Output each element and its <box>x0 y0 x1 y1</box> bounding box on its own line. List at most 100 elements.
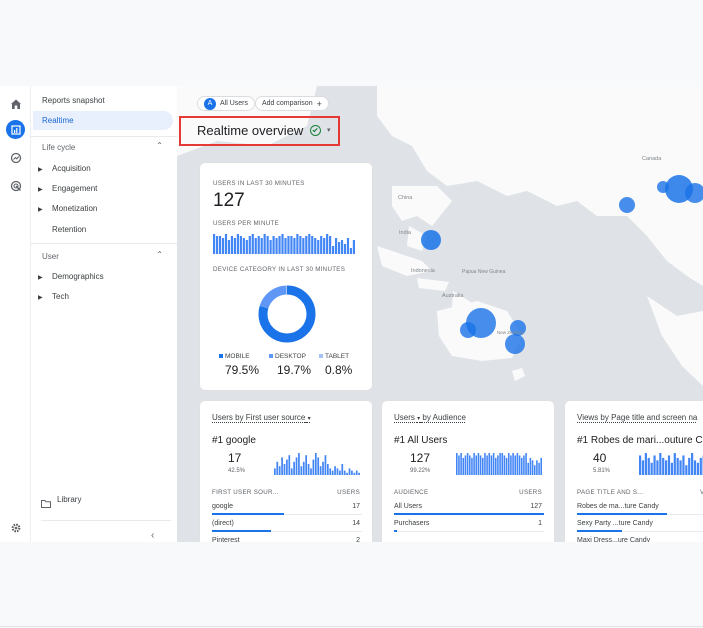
table-row-value: 17 <box>352 503 360 510</box>
bar <box>468 455 471 475</box>
table-row-label[interactable]: Maxi Dress...ure Candy <box>577 537 650 542</box>
table-row-value: 1 <box>538 520 542 527</box>
sidebar-item-monetization[interactable]: Monetization <box>52 204 97 213</box>
bar <box>512 453 514 475</box>
bar <box>682 455 685 475</box>
bar <box>331 470 334 475</box>
bar <box>290 468 293 475</box>
bar <box>667 455 671 475</box>
bar <box>507 453 510 475</box>
sidebar-item-engagement[interactable]: Engagement <box>52 184 97 193</box>
table-row-label[interactable]: Purchasers <box>394 520 429 527</box>
legend-mobile: MOBILE <box>219 353 250 360</box>
bar <box>531 460 534 475</box>
bar <box>353 472 356 475</box>
sidebar-item-realtime-label: Realtime <box>42 116 74 125</box>
row-bar <box>577 530 622 532</box>
map-label-indonesia: Indonesia <box>411 268 436 274</box>
expand-arrow-icon[interactable]: ▶ <box>38 274 43 281</box>
chevron-up-icon[interactable]: ⌃ <box>156 141 163 150</box>
bar <box>319 466 322 475</box>
bar <box>462 457 465 475</box>
table-row-label[interactable]: google <box>212 503 233 510</box>
bar <box>471 457 473 475</box>
card-title[interactable]: Views by Page title and screen na <box>577 413 697 422</box>
bar <box>302 461 305 475</box>
bar <box>257 236 260 254</box>
sidebar-item-demographics[interactable]: Demographics <box>52 272 104 281</box>
audience-avatar: A <box>204 97 216 110</box>
bar <box>336 468 339 475</box>
sidebar-section-user[interactable]: User <box>42 252 59 261</box>
chevron-up-icon[interactable]: ⌃ <box>156 250 163 259</box>
map-label-papua: Papua New Guinea <box>462 269 506 275</box>
sparkline-chart <box>456 453 542 475</box>
table-row-label[interactable]: (direct) <box>212 520 234 527</box>
bar <box>299 236 302 254</box>
bar <box>691 453 694 475</box>
bar <box>213 234 216 254</box>
top-item: #1 google <box>212 435 256 446</box>
sidebar-item-realtime[interactable]: Realtime <box>33 111 173 130</box>
expand-arrow-icon[interactable]: ▶ <box>38 166 43 173</box>
bar <box>523 455 525 475</box>
add-comparison-button[interactable]: Add comparison + <box>255 96 329 111</box>
users-per-minute-chart[interactable] <box>213 234 355 256</box>
bar <box>233 238 236 254</box>
bar <box>275 238 278 254</box>
expand-arrow-icon[interactable]: ▶ <box>38 206 43 213</box>
bar <box>329 468 332 475</box>
all-users-label: All Users <box>220 100 249 107</box>
bar <box>488 453 491 475</box>
bar <box>516 453 519 475</box>
device-donut-chart[interactable] <box>257 284 317 344</box>
expand-arrow-icon[interactable]: ▶ <box>38 294 43 301</box>
bar <box>320 236 323 254</box>
reports-icon[interactable] <box>6 120 25 139</box>
table-row-label[interactable]: All Users <box>394 503 422 510</box>
table-row-label[interactable]: Pinterest <box>212 537 240 542</box>
sidebar-item-tech[interactable]: Tech <box>52 292 69 301</box>
row-bar <box>394 530 397 532</box>
sidebar-section-lifecycle[interactable]: Life cycle <box>42 143 75 152</box>
bar <box>355 470 358 475</box>
all-users-chip[interactable]: A All Users <box>197 96 256 111</box>
card-title[interactable]: Users ▾ by Audience <box>394 413 466 422</box>
legend-tablet-label: TABLET <box>325 353 350 360</box>
sidebar-item-library[interactable]: Library <box>57 495 81 504</box>
bar <box>650 462 653 475</box>
dropdown-arrow-icon[interactable]: ▾ <box>327 126 331 134</box>
add-comparison-label: Add comparison <box>262 100 313 107</box>
bar <box>473 453 475 475</box>
bar <box>286 459 288 475</box>
advertising-icon[interactable] <box>6 176 25 195</box>
dropdown-arrow-icon: ▾ <box>307 416 311 422</box>
audience-card: Users ▾ by Audience #1 All Users 127 99.… <box>381 400 555 542</box>
bar <box>653 455 656 475</box>
sidebar-divider <box>31 136 177 137</box>
expand-arrow-icon[interactable]: ▶ <box>38 186 43 193</box>
bar <box>527 462 530 475</box>
explore-icon[interactable] <box>6 148 25 167</box>
bar <box>466 453 469 475</box>
bar <box>520 457 523 475</box>
table-row-label[interactable]: Sexy Party ...ture Candy <box>577 520 653 527</box>
table-row-label[interactable]: Robes de ma...ture Candy <box>577 503 659 510</box>
tablet-percent: 0.8% <box>325 363 353 377</box>
card-title-text: Users <box>394 413 415 422</box>
bar <box>227 240 231 254</box>
bar <box>317 457 320 475</box>
bar <box>251 234 254 254</box>
bar <box>475 455 478 475</box>
bar <box>300 466 303 475</box>
bar <box>346 238 350 254</box>
home-icon[interactable] <box>6 94 25 113</box>
top-item-percent: 5.81% <box>593 468 611 474</box>
chevron-left-icon[interactable]: ‹ <box>151 530 154 541</box>
sidebar-item-acquisition[interactable]: Acquisition <box>52 164 91 173</box>
card-title[interactable]: Users by First user source ▾ <box>212 413 311 422</box>
sidebar-item-retention[interactable]: Retention <box>52 225 86 234</box>
sidebar-item-reports-snapshot[interactable]: Reports snapshot <box>42 96 105 105</box>
bar <box>287 236 290 254</box>
settings-gear-icon[interactable] <box>6 518 25 537</box>
